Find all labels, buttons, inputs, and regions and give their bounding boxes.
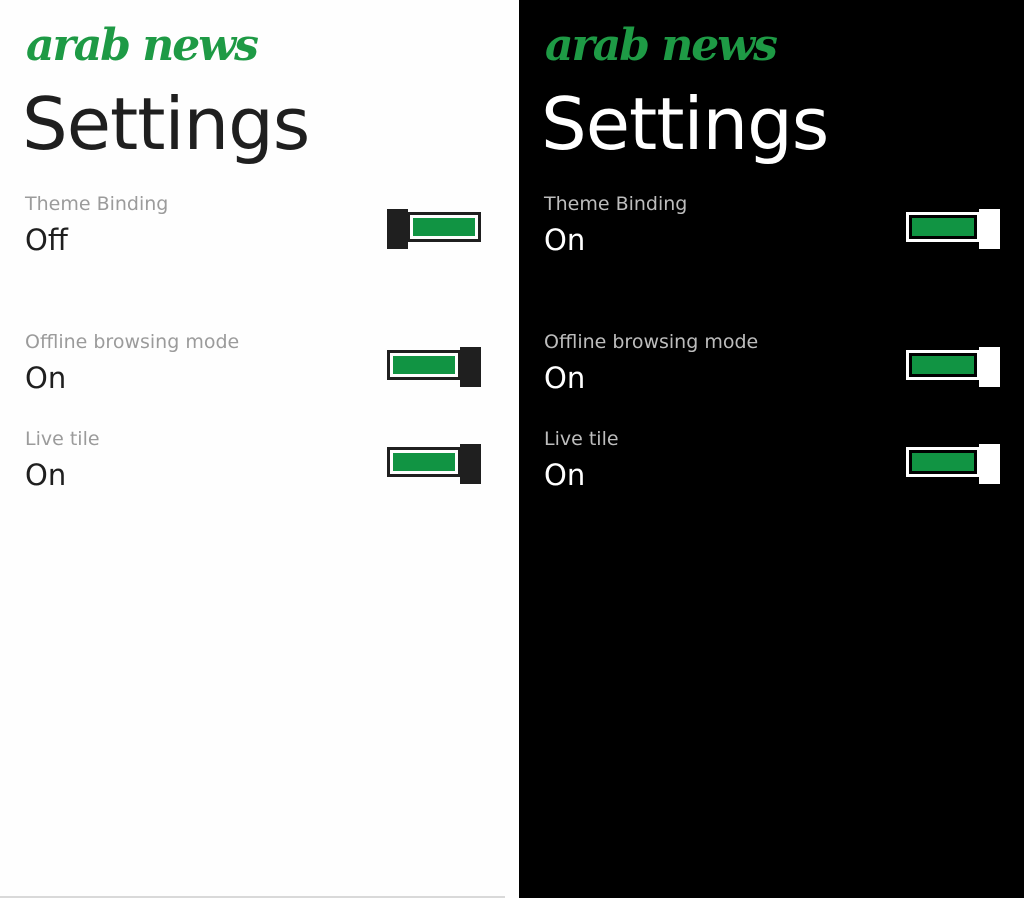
setting-value: Off (25, 223, 68, 257)
setting-label: Theme Binding (544, 193, 688, 215)
setting-live-tile: Live tile On (25, 427, 481, 507)
toggle-fill (912, 356, 974, 374)
arab-news-logo: arab news (545, 20, 778, 71)
setting-theme-binding: Theme Binding On (544, 192, 1000, 272)
setting-value: On (25, 458, 67, 492)
toggle-fill (912, 453, 974, 471)
theme-binding-toggle[interactable] (906, 209, 1000, 249)
toggle-track (906, 212, 980, 242)
theme-binding-toggle[interactable] (387, 209, 481, 249)
setting-value: On (25, 361, 67, 395)
setting-offline-browsing-mode: Offline browsing mode On (544, 330, 1000, 410)
setting-value: On (544, 361, 586, 395)
toggle-track (906, 350, 980, 380)
setting-label: Offline browsing mode (544, 331, 759, 353)
page-title: Settings (22, 82, 310, 166)
settings-screen-dark: arab news Settings Theme Binding On Offl… (519, 0, 1024, 898)
toggle-thumb[interactable] (979, 444, 1000, 484)
toggle-fill (393, 356, 455, 374)
offline-browsing-toggle[interactable] (906, 347, 1000, 387)
setting-value: On (544, 458, 586, 492)
settings-screen-light: arab news Settings Theme Binding Off Off… (0, 0, 519, 898)
toggle-thumb[interactable] (460, 444, 481, 484)
toggle-thumb[interactable] (979, 209, 1000, 249)
live-tile-toggle[interactable] (906, 444, 1000, 484)
setting-label: Theme Binding (25, 193, 169, 215)
setting-theme-binding: Theme Binding Off (25, 192, 481, 272)
setting-label: Live tile (25, 428, 100, 450)
toggle-track (387, 350, 461, 380)
toggle-track (407, 212, 481, 242)
setting-offline-browsing-mode: Offline browsing mode On (25, 330, 481, 410)
toggle-thumb[interactable] (387, 209, 408, 249)
toggle-fill (413, 218, 475, 236)
toggle-fill (912, 218, 974, 236)
arab-news-logo: arab news (26, 20, 259, 71)
offline-browsing-toggle[interactable] (387, 347, 481, 387)
toggle-thumb[interactable] (460, 347, 481, 387)
live-tile-toggle[interactable] (387, 444, 481, 484)
setting-value: On (544, 223, 586, 257)
setting-live-tile: Live tile On (544, 427, 1000, 507)
toggle-thumb[interactable] (979, 347, 1000, 387)
toggle-track (387, 447, 461, 477)
setting-label: Offline browsing mode (25, 331, 240, 353)
toggle-fill (393, 453, 455, 471)
setting-label: Live tile (544, 428, 619, 450)
toggle-track (906, 447, 980, 477)
screenshot-pair: arab news Settings Theme Binding Off Off… (0, 0, 1024, 898)
page-title: Settings (541, 82, 829, 166)
